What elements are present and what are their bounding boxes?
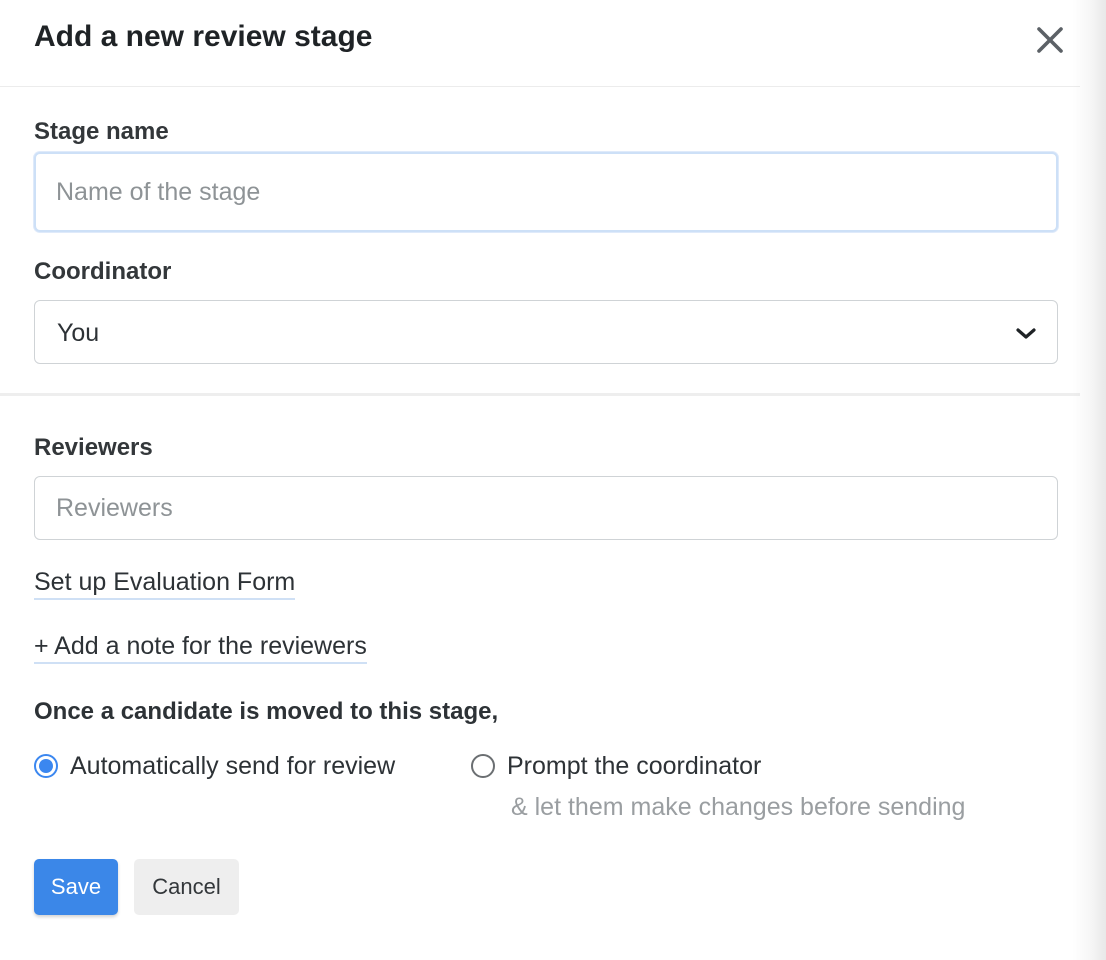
stage-name-input[interactable]	[34, 152, 1058, 232]
coordinator-label: Coordinator	[34, 258, 172, 285]
close-icon	[1037, 27, 1063, 53]
radio-button-prompt-coordinator[interactable]	[471, 754, 495, 778]
cancel-button[interactable]: Cancel	[134, 859, 239, 915]
reviewers-input[interactable]	[34, 476, 1058, 540]
radio-option-auto-send[interactable]: Automatically send for review	[34, 750, 395, 782]
radio-option-prompt-coordinator[interactable]: Prompt the coordinator	[471, 750, 761, 782]
radio-sublabel-prompt-coordinator: & let them make changes before sending	[511, 793, 966, 821]
coordinator-select[interactable]: You	[34, 300, 1058, 364]
section-divider	[0, 393, 1080, 396]
review-stage-dialog: Add a new review stage Stage name Coordi…	[0, 0, 1106, 960]
dialog-title: Add a new review stage	[34, 20, 373, 53]
radio-label-auto-send: Automatically send for review	[70, 752, 396, 780]
radio-label-prompt-coordinator: Prompt the coordinator	[507, 752, 762, 780]
reviewers-label: Reviewers	[34, 434, 153, 461]
radio-button-auto-send[interactable]	[34, 754, 58, 778]
add-note-link[interactable]: + Add a note for the reviewers	[34, 631, 367, 664]
trigger-question: Once a candidate is moved to this stage,	[34, 698, 499, 725]
dialog-header: Add a new review stage	[0, 0, 1080, 87]
evaluation-form-link[interactable]: Set up Evaluation Form	[34, 567, 296, 600]
coordinator-selected-value: You	[57, 319, 100, 347]
chevron-down-icon	[1016, 328, 1036, 339]
stage-name-label: Stage name	[34, 118, 169, 145]
panel-edge-shadow	[1072, 0, 1106, 960]
save-button[interactable]: Save	[34, 859, 118, 915]
close-button[interactable]	[1030, 20, 1070, 60]
